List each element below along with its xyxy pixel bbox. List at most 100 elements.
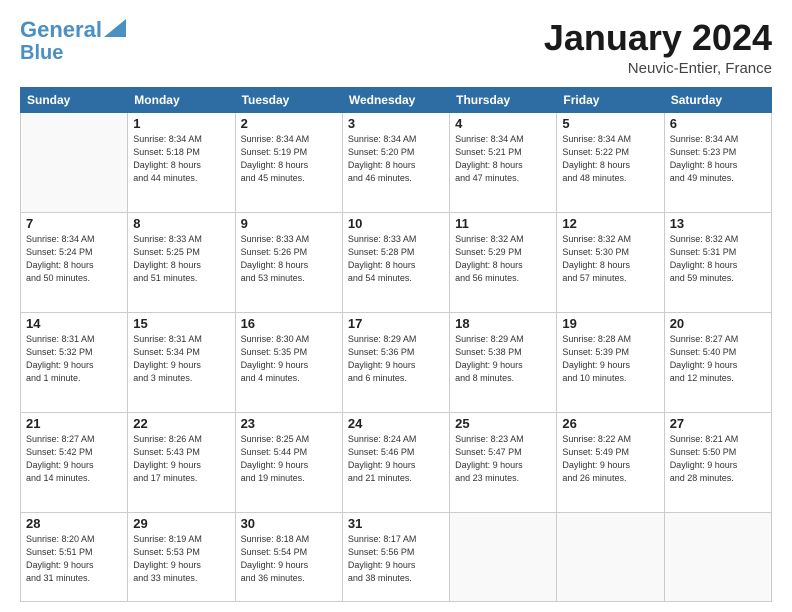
day-number: 16	[241, 316, 337, 331]
calendar-table: SundayMondayTuesdayWednesdayThursdayFrid…	[20, 87, 772, 602]
calendar-cell: 9 Sunrise: 8:33 AMSunset: 5:26 PMDaylight…	[235, 212, 342, 312]
calendar-cell: 31 Sunrise: 8:17 AMSunset: 5:56 PMDayligh…	[342, 513, 449, 602]
calendar-cell: 24 Sunrise: 8:24 AMSunset: 5:46 PMDayligh…	[342, 413, 449, 513]
col-header-saturday: Saturday	[664, 87, 771, 112]
day-info: Sunrise: 8:24 AMSunset: 5:46 PMDaylight:…	[348, 433, 444, 485]
calendar-cell: 4 Sunrise: 8:34 AMSunset: 5:21 PMDaylight…	[450, 112, 557, 212]
day-info: Sunrise: 8:31 AMSunset: 5:34 PMDaylight:…	[133, 333, 229, 385]
day-info: Sunrise: 8:25 AMSunset: 5:44 PMDaylight:…	[241, 433, 337, 485]
day-info: Sunrise: 8:18 AMSunset: 5:54 PMDaylight:…	[241, 533, 337, 585]
calendar-cell: 22 Sunrise: 8:26 AMSunset: 5:43 PMDayligh…	[128, 413, 235, 513]
calendar-cell: 21Sunrise: 8:27 AMSunset: 5:42 PMDayligh…	[21, 413, 128, 513]
logo-icon	[104, 19, 126, 37]
day-number: 21	[26, 416, 122, 431]
calendar-week-3: 14 Sunrise: 8:31 AMSunset: 5:32 PMDayligh…	[21, 312, 772, 412]
header: General Blue January 2024 Neuvic-Entier,…	[20, 18, 772, 77]
day-number: 9	[241, 216, 337, 231]
day-info: Sunrise: 8:33 AMSunset: 5:26 PMDaylight:…	[241, 233, 337, 285]
col-header-wednesday: Wednesday	[342, 87, 449, 112]
day-number: 3	[348, 116, 444, 131]
day-number: 31	[348, 516, 444, 531]
logo-blue: Blue	[20, 42, 63, 64]
day-info: Sunrise: 8:22 AMSunset: 5:49 PMDaylight:…	[562, 433, 658, 485]
day-info: Sunrise: 8:32 AMSunset: 5:31 PMDaylight:…	[670, 233, 766, 285]
col-header-thursday: Thursday	[450, 87, 557, 112]
calendar-week-1: 1Sunrise: 8:34 AMSunset: 5:18 PMDaylight…	[21, 112, 772, 212]
day-number: 6	[670, 116, 766, 131]
calendar-cell: 28 Sunrise: 8:20 AMSunset: 5:51 PMDayligh…	[21, 513, 128, 602]
calendar-cell: 26 Sunrise: 8:22 AMSunset: 5:49 PMDayligh…	[557, 413, 664, 513]
day-number: 29	[133, 516, 229, 531]
col-header-monday: Monday	[128, 87, 235, 112]
day-number: 7	[26, 216, 122, 231]
day-number: 23	[241, 416, 337, 431]
day-info: Sunrise: 8:34 AMSunset: 5:21 PMDaylight:…	[455, 133, 551, 185]
calendar-cell: 8Sunrise: 8:33 AMSunset: 5:25 PMDaylight…	[128, 212, 235, 312]
day-info: Sunrise: 8:34 AMSunset: 5:23 PMDaylight:…	[670, 133, 766, 185]
calendar-cell: 15 Sunrise: 8:31 AMSunset: 5:34 PMDayligh…	[128, 312, 235, 412]
day-info: Sunrise: 8:34 AMSunset: 5:20 PMDaylight:…	[348, 133, 444, 185]
day-number: 8	[133, 216, 229, 231]
page: General Blue January 2024 Neuvic-Entier,…	[0, 0, 792, 612]
calendar-cell: 16Sunrise: 8:30 AMSunset: 5:35 PMDayligh…	[235, 312, 342, 412]
calendar-cell: 7 Sunrise: 8:34 AMSunset: 5:24 PMDaylight…	[21, 212, 128, 312]
day-info: Sunrise: 8:32 AMSunset: 5:29 PMDaylight:…	[455, 233, 551, 285]
day-info: Sunrise: 8:21 AMSunset: 5:50 PMDaylight:…	[670, 433, 766, 485]
day-info: Sunrise: 8:34 AMSunset: 5:22 PMDaylight:…	[562, 133, 658, 185]
day-number: 15	[133, 316, 229, 331]
calendar-cell: 5 Sunrise: 8:34 AMSunset: 5:22 PMDaylight…	[557, 112, 664, 212]
calendar-cell: 11 Sunrise: 8:32 AMSunset: 5:29 PMDayligh…	[450, 212, 557, 312]
day-number: 14	[26, 316, 122, 331]
calendar-week-2: 7 Sunrise: 8:34 AMSunset: 5:24 PMDaylight…	[21, 212, 772, 312]
calendar-cell: 19 Sunrise: 8:28 AMSunset: 5:39 PMDayligh…	[557, 312, 664, 412]
day-info: Sunrise: 8:26 AMSunset: 5:43 PMDaylight:…	[133, 433, 229, 485]
day-info: Sunrise: 8:20 AMSunset: 5:51 PMDaylight:…	[26, 533, 122, 585]
day-info: Sunrise: 8:29 AMSunset: 5:38 PMDaylight:…	[455, 333, 551, 385]
calendar-cell	[21, 112, 128, 212]
day-number: 12	[562, 216, 658, 231]
day-info: Sunrise: 8:33 AMSunset: 5:28 PMDaylight:…	[348, 233, 444, 285]
day-number: 28	[26, 516, 122, 531]
day-number: 26	[562, 416, 658, 431]
calendar-cell: 20 Sunrise: 8:27 AMSunset: 5:40 PMDayligh…	[664, 312, 771, 412]
day-number: 19	[562, 316, 658, 331]
logo-general: General	[20, 17, 102, 42]
calendar-cell	[557, 513, 664, 602]
day-number: 30	[241, 516, 337, 531]
calendar-cell: 30 Sunrise: 8:18 AMSunset: 5:54 PMDayligh…	[235, 513, 342, 602]
calendar-cell: 25 Sunrise: 8:23 AMSunset: 5:47 PMDayligh…	[450, 413, 557, 513]
calendar-cell: 27Sunrise: 8:21 AMSunset: 5:50 PMDayligh…	[664, 413, 771, 513]
day-number: 1	[133, 116, 229, 131]
calendar-cell: 1Sunrise: 8:34 AMSunset: 5:18 PMDaylight…	[128, 112, 235, 212]
calendar-cell: 2Sunrise: 8:34 AMSunset: 5:19 PMDaylight…	[235, 112, 342, 212]
day-number: 11	[455, 216, 551, 231]
logo-text: General	[20, 18, 102, 42]
logo: General Blue	[20, 18, 126, 64]
calendar-header-row: SundayMondayTuesdayWednesdayThursdayFrid…	[21, 87, 772, 112]
day-number: 25	[455, 416, 551, 431]
location-text: Neuvic-Entier, France	[544, 60, 772, 77]
day-number: 2	[241, 116, 337, 131]
day-number: 5	[562, 116, 658, 131]
day-number: 10	[348, 216, 444, 231]
day-number: 24	[348, 416, 444, 431]
calendar-week-5: 28 Sunrise: 8:20 AMSunset: 5:51 PMDayligh…	[21, 513, 772, 602]
day-number: 20	[670, 316, 766, 331]
day-info: Sunrise: 8:31 AMSunset: 5:32 PMDaylight:…	[26, 333, 122, 385]
day-info: Sunrise: 8:17 AMSunset: 5:56 PMDaylight:…	[348, 533, 444, 585]
day-number: 4	[455, 116, 551, 131]
calendar-cell: 14 Sunrise: 8:31 AMSunset: 5:32 PMDayligh…	[21, 312, 128, 412]
day-number: 22	[133, 416, 229, 431]
calendar-cell	[664, 513, 771, 602]
month-title: January 2024	[544, 18, 772, 58]
day-info: Sunrise: 8:23 AMSunset: 5:47 PMDaylight:…	[455, 433, 551, 485]
day-info: Sunrise: 8:29 AMSunset: 5:36 PMDaylight:…	[348, 333, 444, 385]
calendar-week-4: 21Sunrise: 8:27 AMSunset: 5:42 PMDayligh…	[21, 413, 772, 513]
col-header-sunday: Sunday	[21, 87, 128, 112]
day-info: Sunrise: 8:28 AMSunset: 5:39 PMDaylight:…	[562, 333, 658, 385]
day-info: Sunrise: 8:27 AMSunset: 5:40 PMDaylight:…	[670, 333, 766, 385]
day-info: Sunrise: 8:34 AMSunset: 5:24 PMDaylight:…	[26, 233, 122, 285]
calendar-cell: 29Sunrise: 8:19 AMSunset: 5:53 PMDayligh…	[128, 513, 235, 602]
calendar-cell: 3 Sunrise: 8:34 AMSunset: 5:20 PMDaylight…	[342, 112, 449, 212]
day-number: 18	[455, 316, 551, 331]
